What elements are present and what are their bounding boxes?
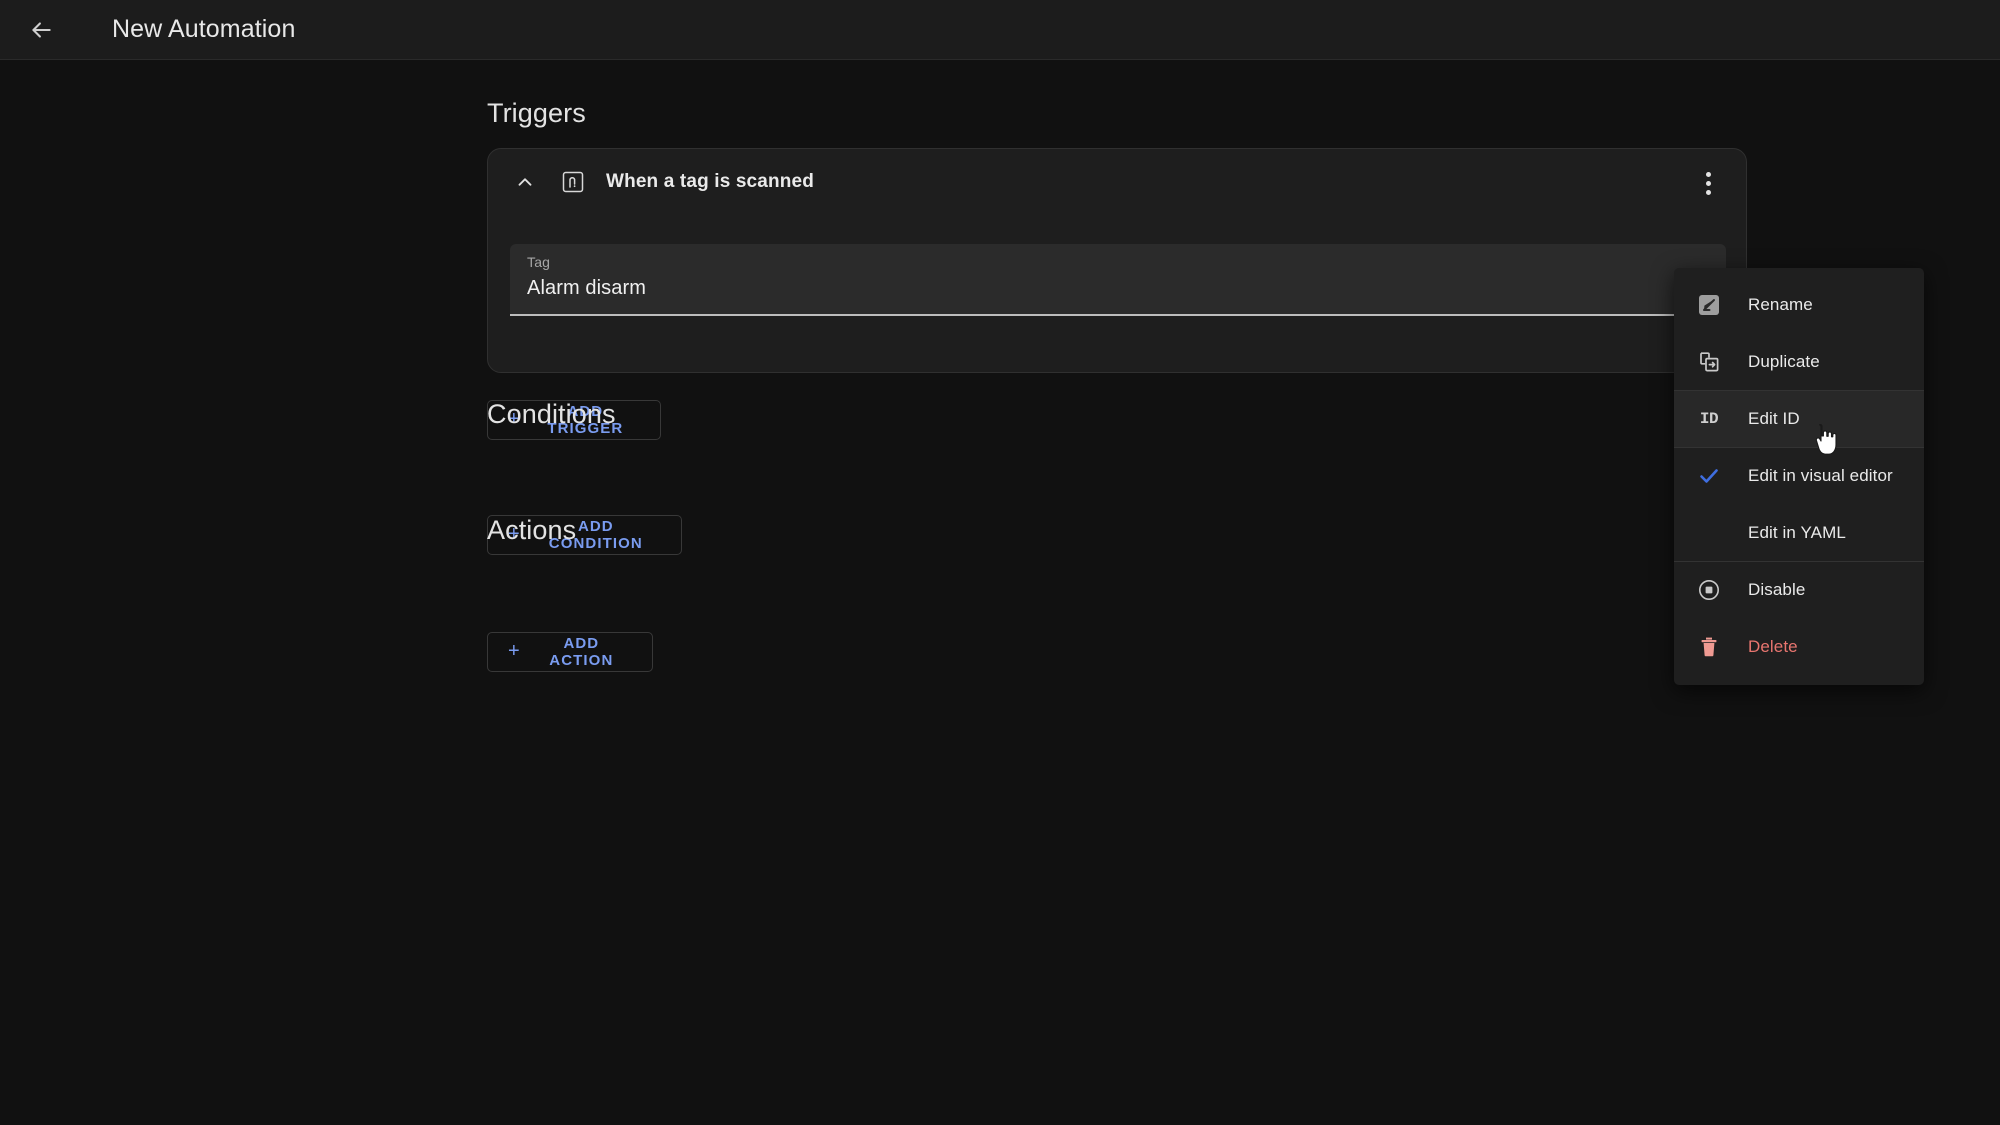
menu-item-edit-in-visual-editor[interactable]: Edit in visual editor	[1674, 447, 1924, 504]
triggers-heading: Triggers	[487, 98, 586, 128]
tag-field-label: Tag	[527, 254, 551, 270]
dot	[1705, 189, 1711, 195]
dot	[1705, 171, 1711, 177]
page-title: New Automation	[112, 15, 296, 43]
menu-item-label: Edit ID	[1748, 409, 1800, 428]
add-action-label: ADD ACTION	[549, 635, 614, 669]
menu-item-disable[interactable]: Disable	[1674, 561, 1924, 618]
plus-icon: +	[508, 640, 520, 662]
add-action-button[interactable]: + ADD ACTION	[487, 632, 653, 672]
menu-item-label: Edit in YAML	[1748, 522, 1846, 542]
duplicate-icon	[1696, 349, 1722, 375]
menu-item-edit-id[interactable]: ID Edit ID	[1674, 390, 1924, 447]
menu-item-label: Delete	[1748, 636, 1798, 656]
no-icon	[1696, 520, 1722, 546]
dot	[1705, 180, 1711, 186]
menu-item-rename[interactable]: Rename	[1674, 276, 1924, 333]
top-app-bar: New Automation	[0, 0, 2000, 60]
menu-item-label: Edit in visual editor	[1748, 466, 1893, 485]
tag-field[interactable]: Tag Alarm disarm	[510, 244, 1726, 316]
menu-item-label: Disable	[1748, 580, 1806, 599]
actions-heading: Actions	[487, 515, 577, 545]
menu-item-edit-in-yaml[interactable]: Edit in YAML	[1674, 504, 1924, 561]
trigger-card: When a tag is scanned Tag Alarm disarm	[487, 148, 1747, 373]
more-vertical-icon[interactable]	[1686, 161, 1730, 205]
check-icon	[1696, 463, 1722, 489]
stop-circle-icon	[1696, 577, 1722, 603]
nfc-tag-icon	[560, 169, 586, 195]
menu-item-delete[interactable]: Delete	[1674, 618, 1924, 675]
arrow-left-icon	[28, 17, 54, 43]
trigger-overflow-menu: Rename Duplicate ID Edit ID Edit in visual e…	[1674, 268, 1924, 685]
conditions-heading: Conditions	[487, 399, 616, 429]
trash-icon	[1696, 634, 1722, 660]
back-button[interactable]	[17, 6, 65, 54]
rename-pencil-icon	[1696, 292, 1722, 318]
tag-field-value: Alarm disarm	[527, 277, 646, 299]
trigger-card-title: When a tag is scanned	[606, 171, 814, 192]
menu-item-label: Duplicate	[1748, 351, 1820, 371]
menu-item-duplicate[interactable]: Duplicate	[1674, 333, 1924, 390]
automation-editor-content: Triggers ? When a tag is scanned	[0, 60, 2000, 1125]
chevron-up-icon[interactable]	[512, 169, 538, 195]
trigger-card-header: When a tag is scanned	[488, 149, 1746, 215]
id-icon: ID	[1699, 410, 1719, 428]
menu-item-label: Rename	[1748, 294, 1813, 314]
